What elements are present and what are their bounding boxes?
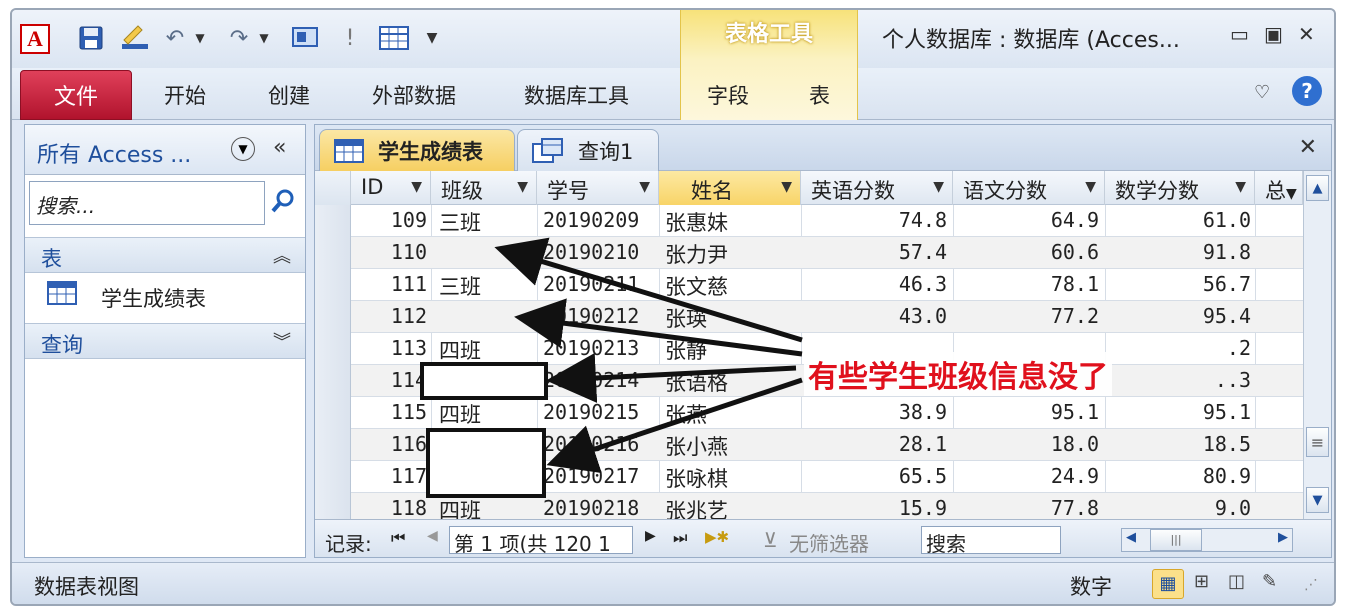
arrow <box>514 298 803 357</box>
arrow <box>546 353 797 403</box>
arrow <box>546 377 803 474</box>
annotation-arrows <box>494 237 803 474</box>
annotation-text: 有些学生班级信息没了 <box>804 352 1112 396</box>
access-window: A ↶ ▼ ↷ ▼ ! ▼ 个人数据库 : 数据库 (Acces... ▭ ▣ … <box>10 8 1336 606</box>
arrow <box>494 237 803 343</box>
